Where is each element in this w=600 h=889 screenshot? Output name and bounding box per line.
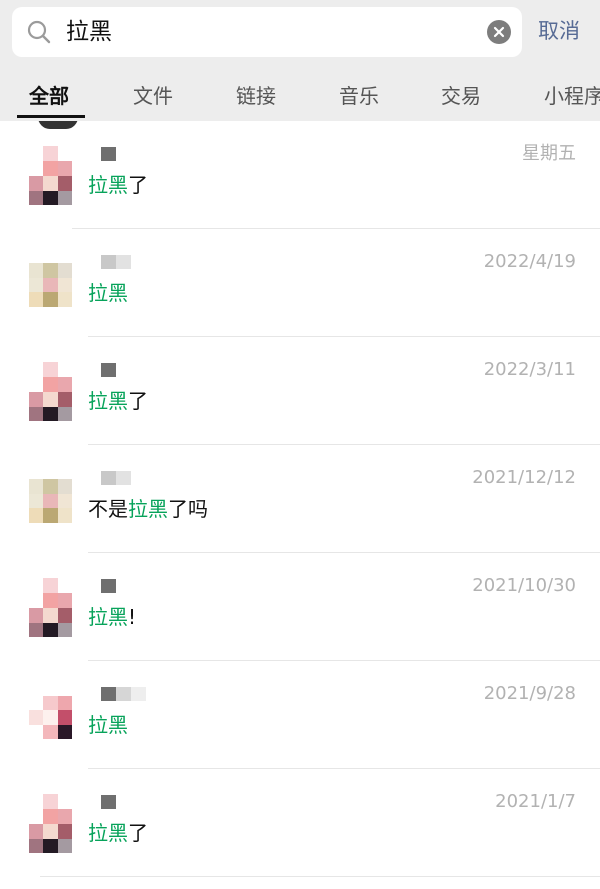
search-header: 拉黑 取消 全部 文件 链接 音乐 交易 小程序 [0,0,600,121]
result-item[interactable]: 星期五 拉黑了 [0,121,600,229]
result-date: 2021/10/30 [472,575,576,596]
tab-transactions[interactable]: 交易 [441,82,481,110]
redacted-name [101,147,117,161]
rose-pixel-avatar [29,686,72,745]
result-date: 2021/12/12 [472,467,576,488]
message-snippet: 拉黑了 [88,389,148,413]
result-date: 2022/4/19 [483,251,576,272]
result-date: 2021/9/28 [483,683,576,704]
search-input[interactable]: 拉黑 [66,17,112,47]
beige-pixel-avatar [29,254,72,313]
result-item[interactable]: 2021/9/28 拉黑 [0,661,600,769]
result-item[interactable]: 2022/3/11 拉黑了 [0,337,600,445]
keyword-highlight: 拉黑 [88,821,128,845]
message-snippet: 拉黑了 [88,821,148,845]
redacted-name [101,255,133,269]
redacted-name [101,471,133,485]
tab-mini-programs[interactable]: 小程序 [544,82,600,110]
redacted-name [101,687,147,701]
redacted-name [101,795,117,809]
result-item[interactable]: 2021/12/12 不是拉黑了吗 [0,445,600,553]
result-item[interactable]: 2021/1/7 拉黑了 [0,769,600,877]
redacted-name [101,363,117,377]
tab-files[interactable]: 文件 [133,82,173,110]
keyword-highlight: 拉黑 [88,605,128,629]
result-date: 2021/1/7 [495,791,576,812]
clear-icon[interactable] [487,20,511,44]
result-date: 星期五 [522,143,576,164]
redacted-name [101,579,117,593]
keyword-highlight: 拉黑 [88,173,128,197]
pink-pixel-avatar [29,794,72,853]
beige-pixel-avatar [29,470,72,529]
result-item[interactable]: 2022/4/19 拉黑 [0,229,600,337]
divider [40,876,600,877]
search-icon [27,20,51,44]
tab-music[interactable]: 音乐 [339,82,379,110]
keyword-highlight: 拉黑 [88,281,128,305]
active-tab-indicator [17,115,85,118]
keyword-highlight: 拉黑 [128,497,168,521]
message-snippet: 不是拉黑了吗 [88,497,208,521]
search-results-list[interactable]: 星期五 拉黑了 2022/4/19 拉黑 2022/3/11 拉黑了 2021/… [0,121,600,889]
tab-links[interactable]: 链接 [236,82,276,110]
pink-pixel-avatar [29,362,72,421]
search-box[interactable]: 拉黑 [12,7,522,57]
keyword-highlight: 拉黑 [88,713,128,737]
pink-pixel-avatar [29,578,72,637]
result-date: 2022/3/11 [483,359,576,380]
pink-pixel-avatar [29,146,72,205]
message-snippet: 拉黑 [88,711,128,739]
cancel-button[interactable]: 取消 [538,16,580,46]
message-snippet: 拉黑! [88,605,137,629]
keyword-highlight: 拉黑 [88,389,128,413]
message-snippet: 拉黑 [88,279,128,307]
tab-all[interactable]: 全部 [29,82,69,110]
result-item[interactable]: 2021/10/30 拉黑! [0,553,600,661]
message-snippet: 拉黑了 [88,173,148,197]
